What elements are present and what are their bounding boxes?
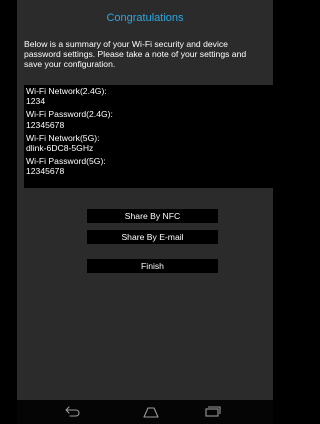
page-title: Congratulations xyxy=(106,12,184,24)
navigation-bar xyxy=(17,400,273,424)
back-icon[interactable] xyxy=(63,405,81,419)
share-by-nfc-button[interactable]: Share By NFC xyxy=(87,209,218,223)
share-by-email-button[interactable]: Share By E-mail xyxy=(87,230,218,244)
wifi-password-5g-label: Wi-Fi Password(5G): xyxy=(26,156,106,167)
summary-line: Below is a summary of your Wi-Fi securit… xyxy=(24,39,228,49)
home-icon[interactable] xyxy=(142,405,160,419)
finish-button[interactable]: Finish xyxy=(87,259,218,273)
wifi-password-24g-value: 12345678 xyxy=(26,119,65,130)
settings-summary-panel: Wi-Fi Network(2.4G): 1234 Wi-Fi Password… xyxy=(24,85,273,188)
main-content: Congratulations Below is a summary of yo… xyxy=(17,0,273,400)
summary-line: save your configuration. xyxy=(24,59,116,69)
summary-text: Below is a summary of your Wi-Fi securit… xyxy=(24,39,276,69)
wifi-password-5g-value: 12345678 xyxy=(26,166,65,177)
wifi-password-24g-label: Wi-Fi Password(2.4G): xyxy=(26,109,113,120)
wifi-network-24g-label: Wi-Fi Network(2.4G): xyxy=(26,86,107,96)
wifi-network-5g-value: dlink-6DC8-5GHz xyxy=(26,142,94,153)
wifi-network-24g-value: 1234 xyxy=(26,96,46,107)
recent-apps-icon[interactable] xyxy=(203,405,221,419)
wifi-network-5g-label: Wi-Fi Network(5G): xyxy=(26,132,100,143)
summary-line: password settings. Please take a note of… xyxy=(24,49,247,59)
screen: Congratulations Below is a summary of yo… xyxy=(0,0,273,424)
